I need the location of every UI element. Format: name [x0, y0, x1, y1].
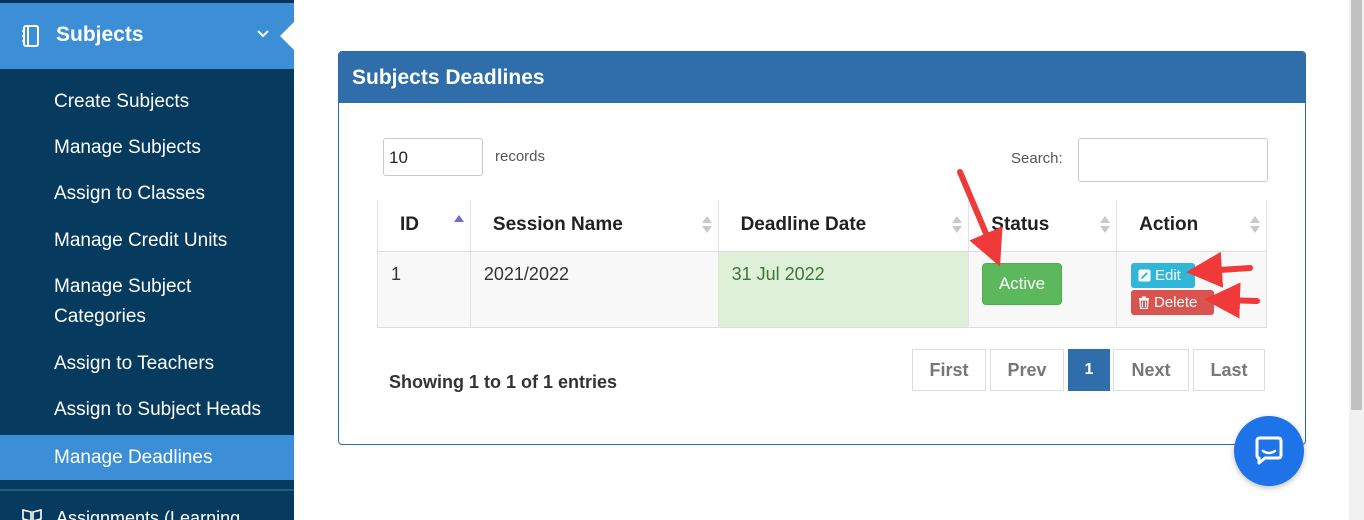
column-header-status[interactable]: Status [968, 200, 1118, 252]
sidebar-item-assign-to-teachers[interactable]: Assign to Teachers [0, 349, 294, 379]
status-active-button[interactable]: Active [982, 263, 1062, 305]
pagination-next[interactable]: Next [1113, 349, 1189, 391]
sidebar-item-manage-deadlines[interactable]: Manage Deadlines [0, 435, 294, 480]
open-book-icon [22, 508, 42, 520]
sidebar-section-assignments-label: Assignments (Learning [56, 508, 241, 520]
cell-id: 1 [377, 251, 471, 328]
sort-icon [1250, 216, 1260, 236]
sort-icon [952, 216, 963, 236]
scrollbar-thumb[interactable] [1351, 0, 1362, 410]
sort-icon [1100, 216, 1111, 236]
trash-icon [1139, 296, 1149, 310]
column-header-label: Session Name [492, 214, 623, 236]
active-section-pointer [280, 22, 294, 50]
book-icon [22, 25, 39, 47]
column-header-id[interactable]: ID [377, 200, 471, 252]
search-input[interactable] [1078, 138, 1268, 182]
sidebar-item-create-subjects[interactable]: Create Subjects [0, 87, 294, 117]
chat-icon [1255, 436, 1283, 465]
sidebar-item-manage-subject-categories-line2[interactable]: Categories [0, 302, 294, 332]
sidebar-item-manage-subjects[interactable]: Manage Subjects [0, 133, 294, 163]
pagination-last[interactable]: Last [1193, 349, 1265, 391]
sidebar-item-manage-credit-units[interactable]: Manage Credit Units [0, 226, 294, 256]
sidebar-item-assign-to-classes[interactable]: Assign to Classes [0, 179, 294, 209]
cell-deadline-date: 31 Jul 2022 [718, 251, 970, 328]
edit-icon [1138, 269, 1151, 282]
delete-button[interactable]: Delete [1131, 290, 1214, 315]
records-label: records [495, 148, 546, 165]
edit-button[interactable]: Edit [1131, 263, 1195, 288]
cell-session-name: 2021/2022 [470, 251, 719, 328]
pagination-prev[interactable]: Prev [990, 349, 1064, 391]
pagination-page-1[interactable]: 1 [1068, 349, 1110, 391]
sort-icon [701, 216, 712, 236]
sidebar: Subjects Create Subjects Manage Subjects… [0, 0, 294, 520]
sidebar-item-assign-to-subject-heads[interactable]: Assign to Subject Heads [0, 395, 294, 425]
table-header-row: ID Session Name Deadline Date Status Act… [377, 200, 1267, 252]
column-header-action[interactable]: Action [1116, 200, 1267, 252]
panel-title: Subjects Deadlines [339, 52, 1305, 103]
chevron-down-icon[interactable] [254, 25, 272, 43]
column-header-label: Status [991, 214, 1050, 236]
sidebar-divider [0, 489, 294, 491]
column-header-deadline-date[interactable]: Deadline Date [718, 200, 970, 252]
edit-button-label: Edit [1155, 267, 1181, 284]
chat-widget-button[interactable] [1234, 416, 1304, 486]
column-header-session-name[interactable]: Session Name [470, 200, 719, 252]
sort-ascending-icon [453, 215, 464, 235]
pagination-first[interactable]: First [912, 349, 986, 391]
sidebar-item-manage-subject-categories[interactable]: Manage Subject [0, 272, 294, 302]
sidebar-section-assignments[interactable]: Assignments (Learning [0, 492, 294, 520]
column-header-label: ID [400, 214, 419, 236]
records-per-page-input[interactable]: 10 [383, 138, 483, 176]
table-info-text: Showing 1 to 1 of 1 entries [389, 372, 618, 392]
search-label: Search: [1011, 150, 1063, 167]
sidebar-section-title: Subjects [56, 23, 144, 46]
sidebar-section-subjects[interactable]: Subjects [0, 3, 294, 69]
delete-button-label: Delete [1154, 294, 1198, 311]
column-header-label: Deadline Date [740, 214, 867, 236]
subjects-deadlines-panel: Subjects Deadlines 10 records Search: ID… [338, 51, 1306, 445]
column-header-label: Action [1139, 214, 1199, 236]
